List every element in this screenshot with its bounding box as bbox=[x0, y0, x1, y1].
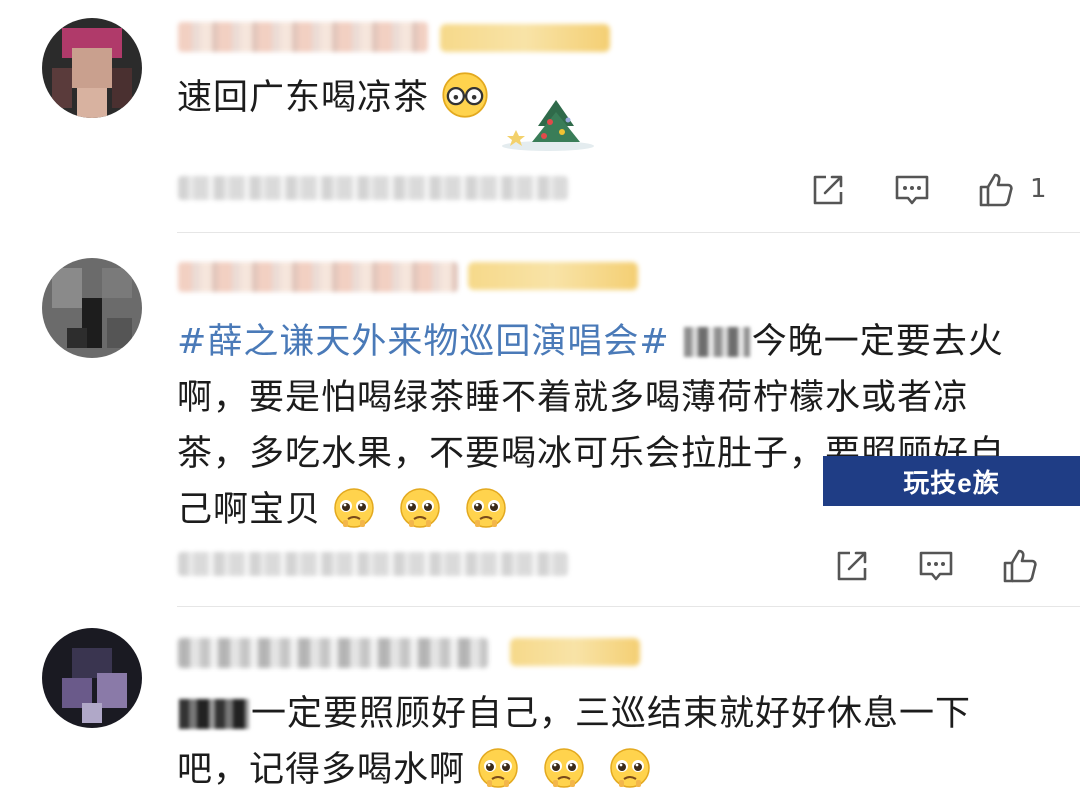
pleading-face-icon bbox=[610, 748, 651, 788]
glasses-emoji-icon bbox=[442, 72, 488, 118]
username[interactable] bbox=[178, 638, 488, 668]
like-icon bbox=[1003, 549, 1037, 583]
christmas-tree-icon bbox=[502, 100, 594, 151]
watermark-label: 玩技e族 bbox=[903, 467, 1000, 498]
comment-text: 速回广东喝凉茶 bbox=[177, 70, 1040, 126]
reply-button[interactable] bbox=[916, 546, 956, 586]
divider bbox=[177, 606, 1080, 607]
share-icon bbox=[837, 551, 867, 581]
divider bbox=[177, 232, 1080, 233]
avatar[interactable] bbox=[42, 18, 142, 118]
reply-icon bbox=[919, 551, 953, 581]
avatar[interactable] bbox=[42, 258, 142, 358]
reply-icon bbox=[895, 175, 929, 205]
username[interactable] bbox=[178, 22, 428, 52]
topic-link[interactable]: #薛之谦天外来物巡回演唱会# bbox=[177, 322, 670, 362]
pleading-face-icon bbox=[478, 748, 518, 788]
mention-blur[interactable] bbox=[683, 327, 750, 357]
pleading-face-icon bbox=[544, 748, 585, 788]
username[interactable] bbox=[178, 262, 458, 292]
comment-body: 速回广东喝凉茶 bbox=[177, 78, 430, 118]
comment-text: 一定要照顾好自己，三巡结束就好好休息一下吧，记得多喝水啊 bbox=[177, 686, 1040, 798]
share-button[interactable] bbox=[832, 546, 872, 586]
user-badge bbox=[510, 638, 640, 666]
share-button[interactable] bbox=[808, 170, 848, 210]
like-button[interactable] bbox=[1000, 546, 1040, 586]
mention-blur[interactable] bbox=[179, 699, 249, 729]
like-button[interactable] bbox=[976, 170, 1016, 210]
pleading-face-icon bbox=[334, 488, 374, 528]
comment-meta bbox=[178, 176, 568, 200]
user-badge bbox=[440, 24, 610, 52]
pleading-face-icon bbox=[400, 488, 441, 528]
pleading-face-icon bbox=[466, 488, 507, 528]
user-badge bbox=[468, 262, 638, 290]
like-count: 1 bbox=[1030, 174, 1047, 204]
comment-meta bbox=[178, 552, 568, 576]
avatar[interactable] bbox=[42, 628, 142, 728]
share-icon bbox=[813, 175, 843, 205]
like-icon bbox=[979, 173, 1013, 207]
reply-button[interactable] bbox=[892, 170, 932, 210]
watermark-logo: 玩技e族 bbox=[823, 456, 1080, 506]
